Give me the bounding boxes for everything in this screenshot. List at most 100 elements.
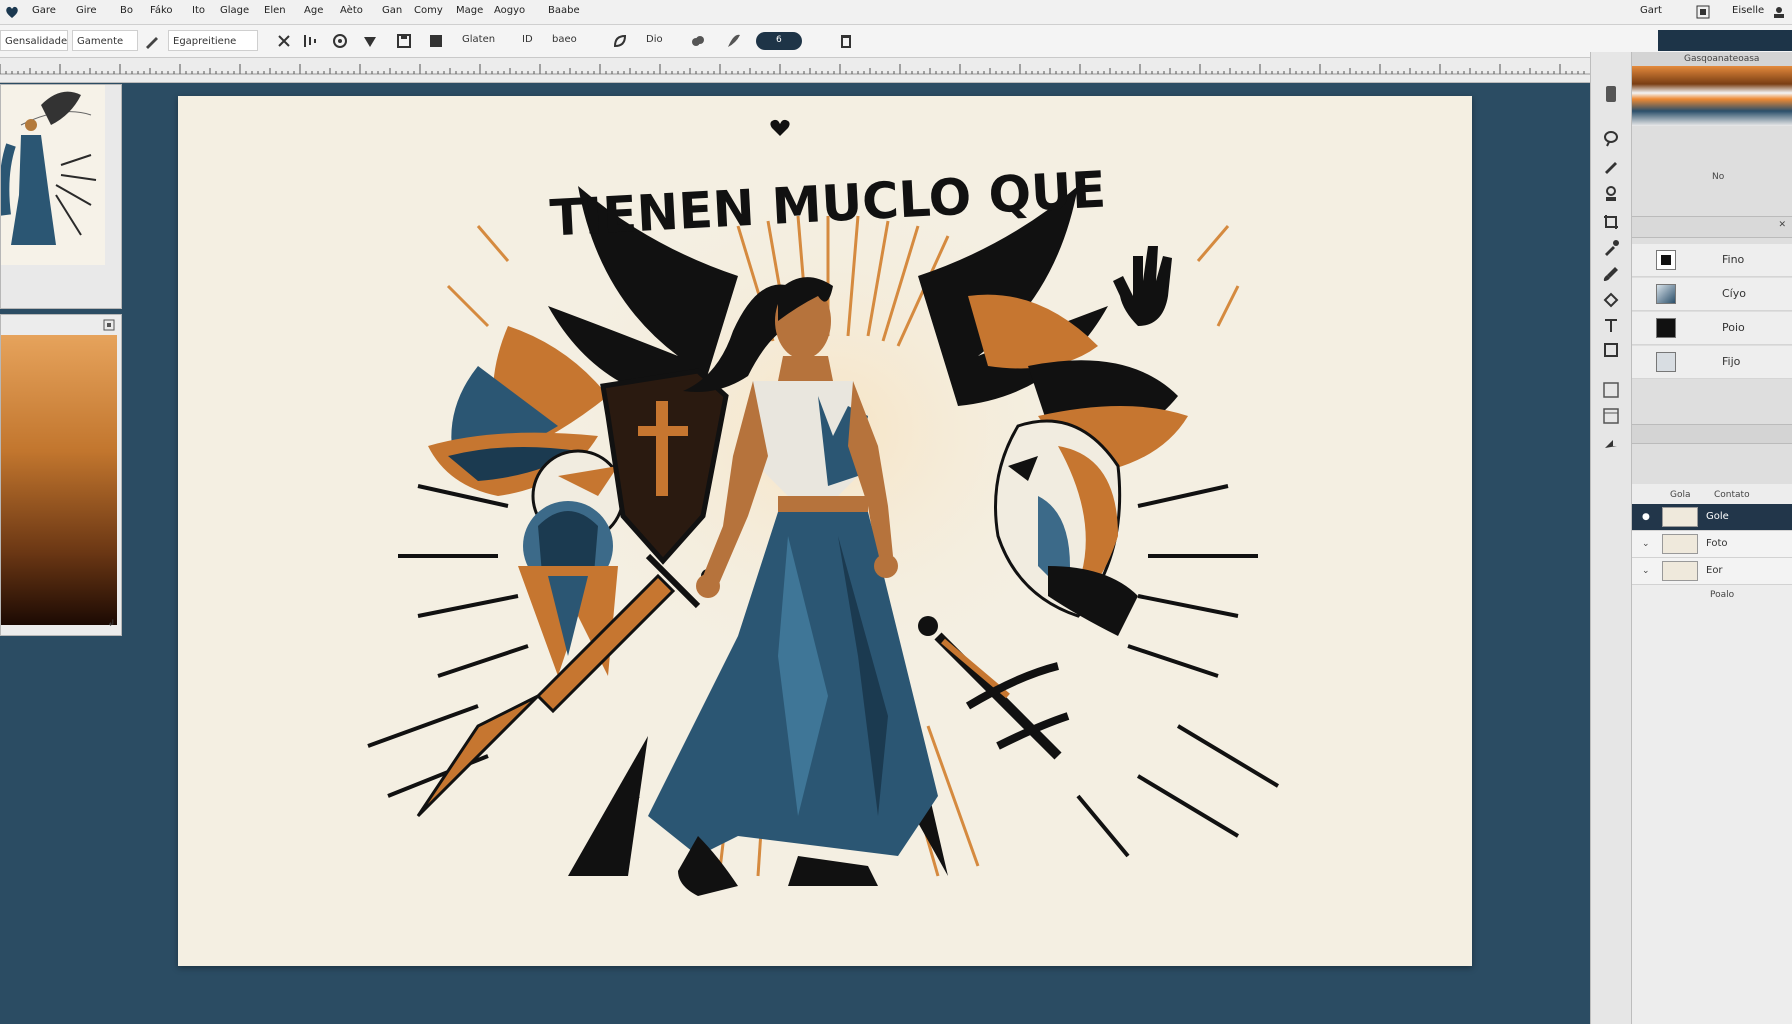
document-canvas[interactable]: TIENEN MUCLO QUE (178, 96, 1472, 966)
swatch-label-3: Poio (1722, 321, 1745, 334)
lasso-icon[interactable] (1601, 128, 1621, 148)
right-panels: Gasqoanateoasa No ✕ Fino Cíyo Poio Fijo … (1632, 52, 1792, 1024)
layer-row-3[interactable]: ⌄ Eor (1632, 558, 1792, 585)
gradient-swatch[interactable] (1, 335, 117, 625)
swatch-box-1 (1656, 250, 1676, 270)
menu-item-12[interactable]: Mage (456, 5, 483, 16)
zoom-toggle[interactable]: 6 (756, 32, 802, 50)
raised-hand (1113, 246, 1172, 326)
layers-footer: Poalo (1710, 590, 1735, 600)
ruler-ticks (0, 64, 1590, 75)
brush-icon[interactable] (360, 31, 380, 51)
frame-icon[interactable] (1601, 380, 1621, 400)
menu-item-14[interactable]: Baabe (548, 5, 580, 16)
menu-item-10[interactable]: Gan (382, 5, 402, 16)
menu-item-11[interactable]: Comy (414, 5, 443, 16)
text-tool-icon[interactable] (1601, 316, 1621, 336)
align-icon[interactable] (300, 31, 320, 51)
swatch-row-4[interactable]: Fijo (1632, 346, 1792, 379)
menu-item-4[interactable]: Fáko (150, 5, 173, 16)
zoom-toggle-value: 6 (776, 35, 782, 45)
pencil-icon[interactable] (1601, 156, 1621, 176)
swatch-label-2: Cíyo (1722, 287, 1746, 300)
search-field[interactable]: Egapreitiene (168, 30, 258, 51)
layer-name-1: Gole (1706, 511, 1729, 522)
id-label: ID (522, 34, 533, 45)
panel-corner-mark: ↲ (107, 619, 115, 629)
save-icon[interactable] (394, 31, 414, 51)
crop-icon[interactable] (1601, 212, 1621, 232)
menu-item-8[interactable]: Age (304, 5, 323, 16)
panel-menu-icon[interactable] (103, 319, 115, 331)
brush-tool-icon[interactable] (1601, 264, 1621, 284)
layer-row-1[interactable]: ● Gole (1632, 504, 1792, 531)
layer-name-2: Foto (1706, 538, 1728, 549)
swatch-box-2 (1656, 284, 1676, 304)
visibility-icon[interactable]: ● (1642, 512, 1650, 522)
layer-thumb-3 (1662, 561, 1698, 581)
shape-tool-icon[interactable] (1601, 340, 1621, 360)
heart-ornament (770, 119, 790, 136)
close-icon[interactable] (274, 31, 294, 51)
menu-item-13[interactable]: Aogyo (494, 5, 525, 16)
layer-row-2[interactable]: ⌄ Foto (1632, 531, 1792, 558)
swatch-row-3[interactable]: Poio (1632, 312, 1792, 345)
cloud-icon[interactable] (688, 31, 708, 51)
app-logo-icon[interactable] (4, 4, 20, 20)
baeo-label: baeo (552, 34, 577, 45)
menu-item-9[interactable]: Aèto (340, 5, 363, 16)
options-toolbar: Gensalidade Gamente Egapreitiene Glaten … (0, 25, 1792, 58)
artwork: TIENEN MUCLO QUE (367, 119, 1280, 896)
swatch-label-1: Fino (1722, 253, 1745, 266)
navigator-preview (0, 85, 105, 265)
preset-field[interactable]: Gensalidade (0, 30, 68, 51)
menu-item-1[interactable]: Gare (32, 5, 56, 16)
visibility-icon[interactable]: ⌄ (1642, 539, 1650, 549)
feather-icon[interactable] (724, 31, 744, 51)
visibility-icon[interactable]: ⌄ (1642, 566, 1650, 576)
gradient-preview[interactable] (1632, 66, 1792, 126)
menu-bar: Gare Gire Bo Fáko Ito Glage Elen Age Aèt… (0, 0, 1792, 25)
arrow-tool-icon[interactable] (1601, 432, 1621, 452)
layer-name-3: Eor (1706, 565, 1723, 576)
swatch-row-2[interactable]: Cíyo (1632, 278, 1792, 311)
user-icon[interactable] (1772, 6, 1786, 18)
window-icon[interactable] (1601, 406, 1621, 426)
mode-field[interactable]: Gamente (72, 30, 138, 51)
swatch-label-4: Fijo (1722, 355, 1741, 368)
horizontal-ruler (0, 58, 1590, 83)
grid-icon[interactable] (1696, 5, 1710, 19)
menu-item-5[interactable]: Ito (192, 5, 205, 16)
layers-header-2: Contato (1714, 490, 1750, 500)
menu-right-item-2[interactable]: Eiselle (1732, 5, 1764, 16)
layer-icon[interactable] (426, 31, 446, 51)
menu-item-7[interactable]: Elen (264, 5, 286, 16)
swatch-caption: No (1712, 172, 1725, 182)
fill-icon[interactable] (1601, 290, 1621, 310)
gradient-panel: ↲ (0, 314, 122, 636)
layer-thumb-2 (1662, 534, 1698, 554)
stamp-icon[interactable] (1601, 184, 1621, 204)
layer-thumb-1 (1662, 507, 1698, 527)
menu-item-6[interactable]: Glage (220, 5, 249, 16)
layers-header-1: Gola (1670, 490, 1691, 500)
swatch-panel-header: Gasqoanateoasa (1684, 54, 1760, 64)
leaf-icon[interactable] (610, 31, 630, 51)
tools-panel (1590, 52, 1632, 1024)
swatch-box-3 (1656, 318, 1676, 338)
panel-close-icon[interactable]: ✕ (1778, 220, 1786, 230)
menu-item-3[interactable]: Bo (120, 5, 133, 16)
pen-icon[interactable] (142, 31, 162, 51)
menu-right-item-1[interactable]: Gart (1640, 5, 1662, 16)
trash-icon[interactable] (836, 31, 856, 51)
swatch-box-4 (1656, 352, 1676, 372)
menu-item-2[interactable]: Gire (76, 5, 97, 16)
mobile-icon[interactable] (1601, 84, 1621, 104)
dio-label: Dio (646, 34, 663, 45)
navigator-thumbnail[interactable] (0, 84, 122, 309)
glaten-label: Glaten (462, 34, 496, 45)
swatch-row-1[interactable]: Fino (1632, 244, 1792, 277)
color-field[interactable] (1658, 30, 1792, 51)
eyedropper-icon[interactable] (1601, 238, 1621, 258)
spiral-icon[interactable] (330, 31, 350, 51)
